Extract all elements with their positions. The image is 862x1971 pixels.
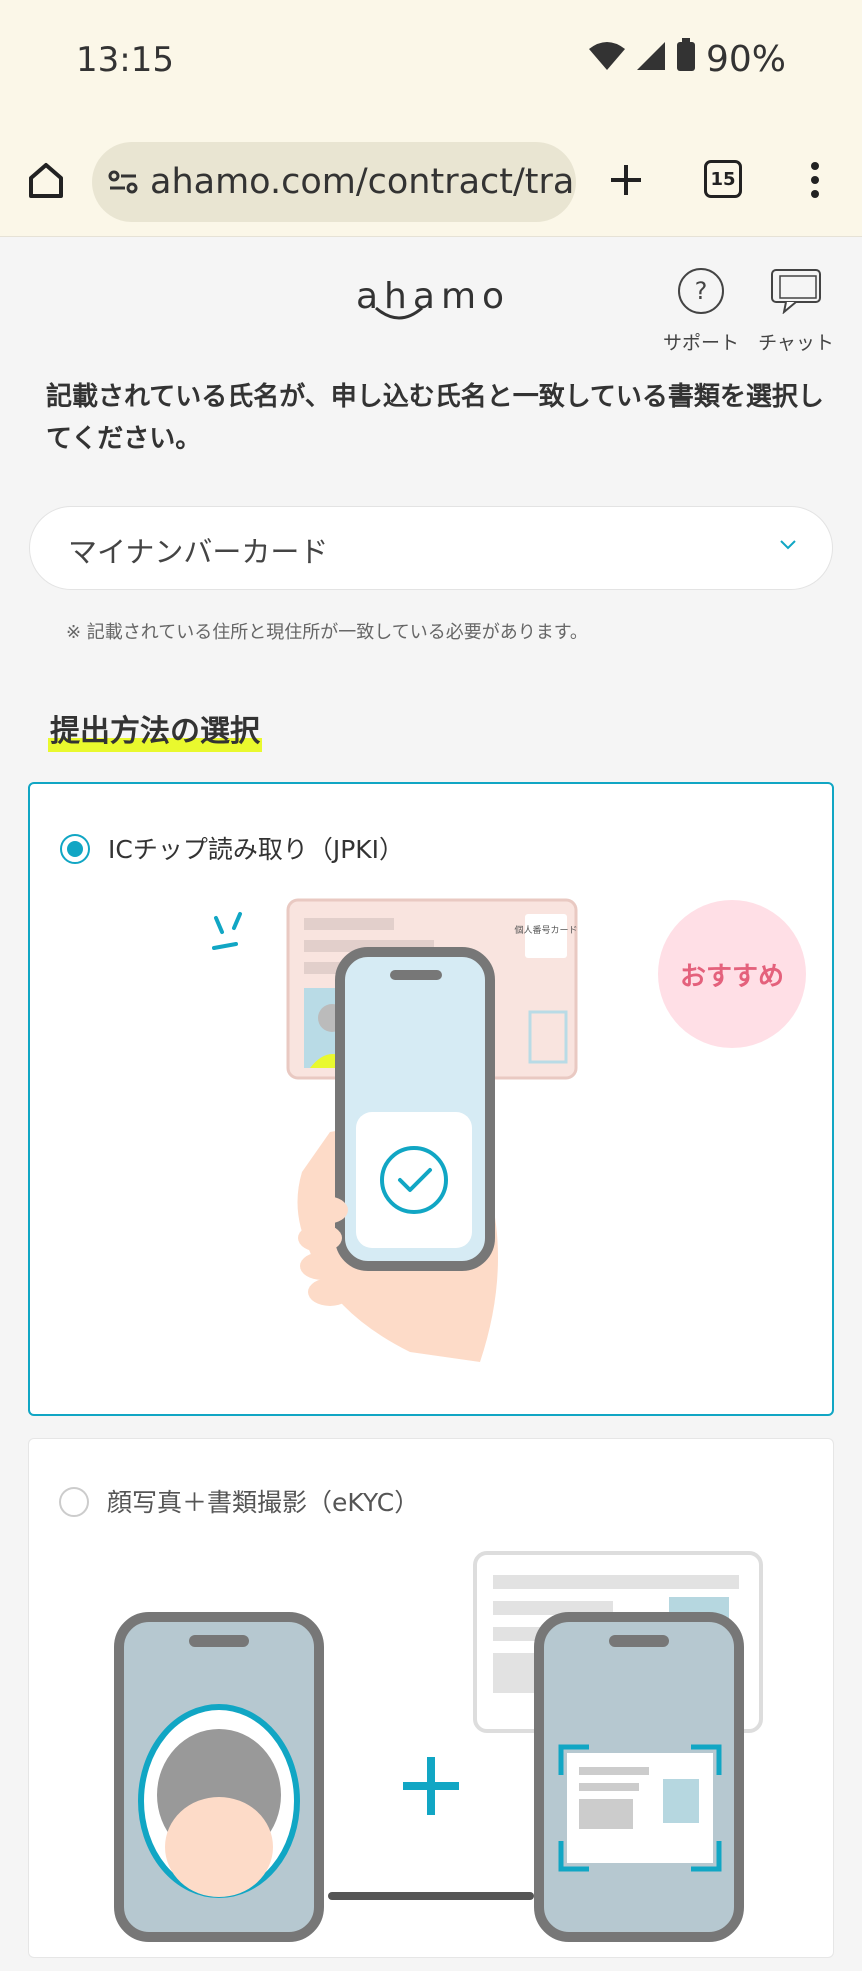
- chat-button[interactable]: チャット: [746, 264, 846, 355]
- logo-smile-icon: [375, 306, 423, 320]
- support-label: サポート: [662, 332, 739, 354]
- site-info-icon[interactable]: [108, 169, 138, 195]
- option-card-jpki[interactable]: ICチップ読み取り（JPKI） おすすめ 個人番号カード: [28, 782, 834, 1416]
- address-bar[interactable]: ahamo.com/contract/tra/a: [92, 142, 576, 222]
- section-title-text: 提出方法の選択: [50, 714, 260, 749]
- document-type-value: マイナンバーカード: [68, 535, 329, 569]
- support-button[interactable]: ? サポート: [651, 264, 751, 355]
- ekyc-illustration: [114, 1551, 763, 1942]
- wifi-icon: [588, 39, 626, 80]
- instruction-text: 記載されている氏名が、申し込む氏名と一致している書類を選択してください。: [46, 382, 824, 454]
- chat-icon: [746, 264, 846, 318]
- radio-dot: [67, 841, 83, 857]
- url-text[interactable]: ahamo.com/contract/tra/a: [150, 162, 576, 202]
- svg-text:?: ?: [695, 277, 708, 305]
- radio-ekyc[interactable]: [59, 1487, 89, 1517]
- question-icon: ?: [651, 264, 751, 318]
- home-icon[interactable]: [26, 160, 66, 200]
- battery-percent: 90%: [705, 39, 786, 80]
- browser-toolbar: ahamo.com/contract/tra/a 15: [0, 130, 862, 237]
- signal-lines-icon: [212, 912, 242, 950]
- site-header: ahamo ? サポート チャット: [0, 236, 862, 356]
- status-bar: 13:15 90%: [0, 0, 862, 130]
- section-title: 提出方法の選択: [48, 706, 262, 752]
- option-label-jpki[interactable]: ICチップ読み取り（JPKI）: [108, 830, 404, 866]
- chevron-down-icon: [778, 537, 798, 556]
- radio-jpki[interactable]: [60, 834, 90, 864]
- menu-icon[interactable]: [808, 160, 822, 200]
- chat-label: チャット: [758, 332, 834, 354]
- plus-icon: [403, 1757, 459, 1815]
- card-text: 個人番号カード: [514, 924, 577, 936]
- option-card-ekyc[interactable]: 顔写真＋書類撮影（eKYC）: [28, 1438, 834, 1958]
- document-type-select[interactable]: マイナンバーカード: [29, 506, 833, 590]
- new-tab-icon[interactable]: [608, 162, 644, 198]
- recommended-badge: おすすめ: [658, 900, 806, 1048]
- battery-icon: [676, 38, 696, 81]
- home-indicator[interactable]: [328, 1892, 534, 1900]
- status-time: 13:15: [76, 40, 174, 80]
- ic-chip-illustration: 個人番号カード: [212, 898, 578, 1362]
- option-label-ekyc[interactable]: 顔写真＋書類撮影（eKYC）: [107, 1483, 419, 1519]
- tabs-icon[interactable]: 15: [704, 160, 742, 198]
- signal-icon: [636, 39, 666, 80]
- status-icons: 90%: [588, 38, 786, 81]
- address-note: ※ 記載されている住所と現住所が一致している必要があります。: [66, 622, 588, 643]
